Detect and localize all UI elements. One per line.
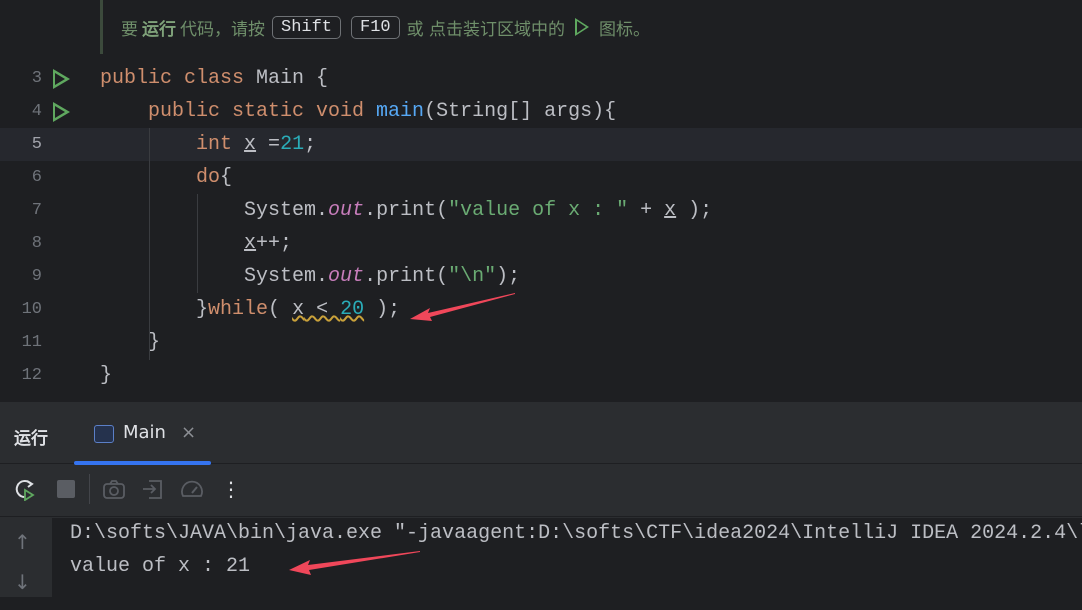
code-token: ); xyxy=(676,199,713,222)
import-icon[interactable] xyxy=(141,477,165,501)
code-token: ++; xyxy=(256,232,293,255)
scroll-up-icon[interactable]: ↑ xyxy=(14,530,31,554)
code-token: } xyxy=(100,364,113,387)
run-tabbar: 运行 Main × xyxy=(0,402,1082,465)
line-number: 4 xyxy=(31,102,42,121)
code-token: "value of x : " xyxy=(448,199,629,222)
code-token: out xyxy=(328,199,365,222)
line-number: 8 xyxy=(31,234,42,253)
code-token: System. xyxy=(100,265,329,288)
code-token: ); xyxy=(364,298,401,321)
line-number: 12 xyxy=(21,366,42,385)
hint-bold: 运行 xyxy=(142,19,176,40)
run-hint: 要运行 代码，请按 Shift F10 或 点击装订区域中的 图标。 xyxy=(100,0,650,54)
code-line[interactable]: 8 x++; xyxy=(0,227,1082,260)
code-text: System.out.print("\n"); xyxy=(100,260,520,293)
code-text: }while( x < 20 ); xyxy=(100,293,400,326)
hint-text: 要 xyxy=(121,19,138,40)
code-line[interactable]: 9 System.out.print("\n"); xyxy=(0,260,1082,293)
code-token: x xyxy=(244,133,257,156)
code-token: < xyxy=(304,298,341,321)
toolbar-divider xyxy=(89,474,90,504)
hint-text: 或 点击装订区域中的 xyxy=(406,19,566,40)
code-token: x xyxy=(664,199,677,222)
code-token: 20 xyxy=(340,298,365,321)
run-toolbar: ⋮ xyxy=(0,464,1082,517)
code-line[interactable]: 10 }while( x < 20 ); xyxy=(0,293,1082,326)
shift-key: Shift xyxy=(272,15,342,39)
code-token: { xyxy=(220,166,233,189)
line-number: 3 xyxy=(31,69,42,88)
f10-key: F10 xyxy=(351,15,400,39)
code-text: public static void main(String[] args){ xyxy=(100,95,616,128)
code-line[interactable]: 5 int x =21; xyxy=(0,128,1082,161)
code-text: do{ xyxy=(100,161,232,194)
code-editor[interactable]: 要运行 代码，请按 Shift F10 或 点击装订区域中的 图标。 3 publi… xyxy=(0,0,1082,402)
profiler-icon[interactable] xyxy=(180,477,204,501)
line-number: 11 xyxy=(21,333,42,352)
code-token: 21 xyxy=(280,133,305,156)
console-line: value of x : 21 xyxy=(70,555,251,578)
code-line[interactable]: 7 System.out.print("value of x : " + x )… xyxy=(0,194,1082,227)
code-token: } xyxy=(100,331,161,354)
code-token: "\n" xyxy=(448,265,497,288)
rerun-icon[interactable] xyxy=(13,477,37,502)
run-panel: 运行 Main × ⋮ ↑ ↓ D:\softs\JAVA\bin\java.e… xyxy=(0,402,1082,597)
indent-guide xyxy=(149,128,150,360)
console-icon xyxy=(94,425,114,443)
hint-text: 图标。 xyxy=(599,19,651,40)
play-icon xyxy=(575,18,590,36)
code-token: out xyxy=(328,265,365,288)
more-icon[interactable]: ⋮ xyxy=(219,477,243,501)
code-token: main xyxy=(376,100,425,123)
code-line[interactable]: 3 public class Main { xyxy=(0,62,1082,95)
code-token: ; xyxy=(304,133,317,156)
line-number: 5 xyxy=(31,135,42,154)
code-token: ( xyxy=(268,298,293,321)
code-token: = xyxy=(256,133,281,156)
console-line: D:\softs\JAVA\bin\java.exe "-javaagent:D… xyxy=(70,522,1082,545)
code-token: x xyxy=(292,298,305,321)
code-line[interactable]: 12} xyxy=(0,359,1082,392)
code-text: System.out.print("value of x : " + x ); xyxy=(100,194,712,227)
code-token: int xyxy=(100,133,245,156)
scroll-down-icon[interactable]: ↓ xyxy=(14,570,31,594)
code-text: } xyxy=(100,326,160,359)
line-number: 6 xyxy=(31,168,42,187)
indent-guide xyxy=(197,194,198,293)
code-token: while xyxy=(208,298,269,321)
line-number: 7 xyxy=(31,201,42,220)
code-token: do xyxy=(100,166,221,189)
code-token: public class xyxy=(100,67,257,90)
line-number: 10 xyxy=(21,300,42,319)
code-token: ); xyxy=(496,265,521,288)
code-token: + xyxy=(628,199,665,222)
code-token: public static void xyxy=(100,100,377,123)
code-line[interactable]: 11 } xyxy=(0,326,1082,359)
run-panel-title: 运行 xyxy=(14,429,48,449)
code-token: Main { xyxy=(256,67,329,90)
code-token: System. xyxy=(100,199,329,222)
hint-text: 代码，请按 xyxy=(180,19,265,40)
console-output[interactable]: D:\softs\JAVA\bin\java.exe "-javaagent:D… xyxy=(52,518,1082,597)
close-icon[interactable]: × xyxy=(181,422,196,443)
code-token: .print( xyxy=(364,265,449,288)
run-gutter-icon[interactable] xyxy=(53,69,70,89)
code-text: int x =21; xyxy=(100,128,316,161)
stop-icon[interactable] xyxy=(54,477,78,501)
code-text: } xyxy=(100,359,112,392)
camera-icon[interactable] xyxy=(102,477,126,501)
code-token: } xyxy=(100,298,209,321)
tab-label: Main xyxy=(123,422,166,443)
run-gutter-icon[interactable] xyxy=(53,102,70,122)
line-number: 9 xyxy=(31,267,42,286)
code-line[interactable]: 6 do{ xyxy=(0,161,1082,194)
code-text: public class Main { xyxy=(100,62,328,95)
code-line[interactable]: 4 public static void main(String[] args)… xyxy=(0,95,1082,128)
code-token: .print( xyxy=(364,199,449,222)
code-token: (String[] args){ xyxy=(424,100,617,123)
code-token: x xyxy=(244,232,257,255)
tab-main[interactable]: Main × xyxy=(74,402,211,465)
